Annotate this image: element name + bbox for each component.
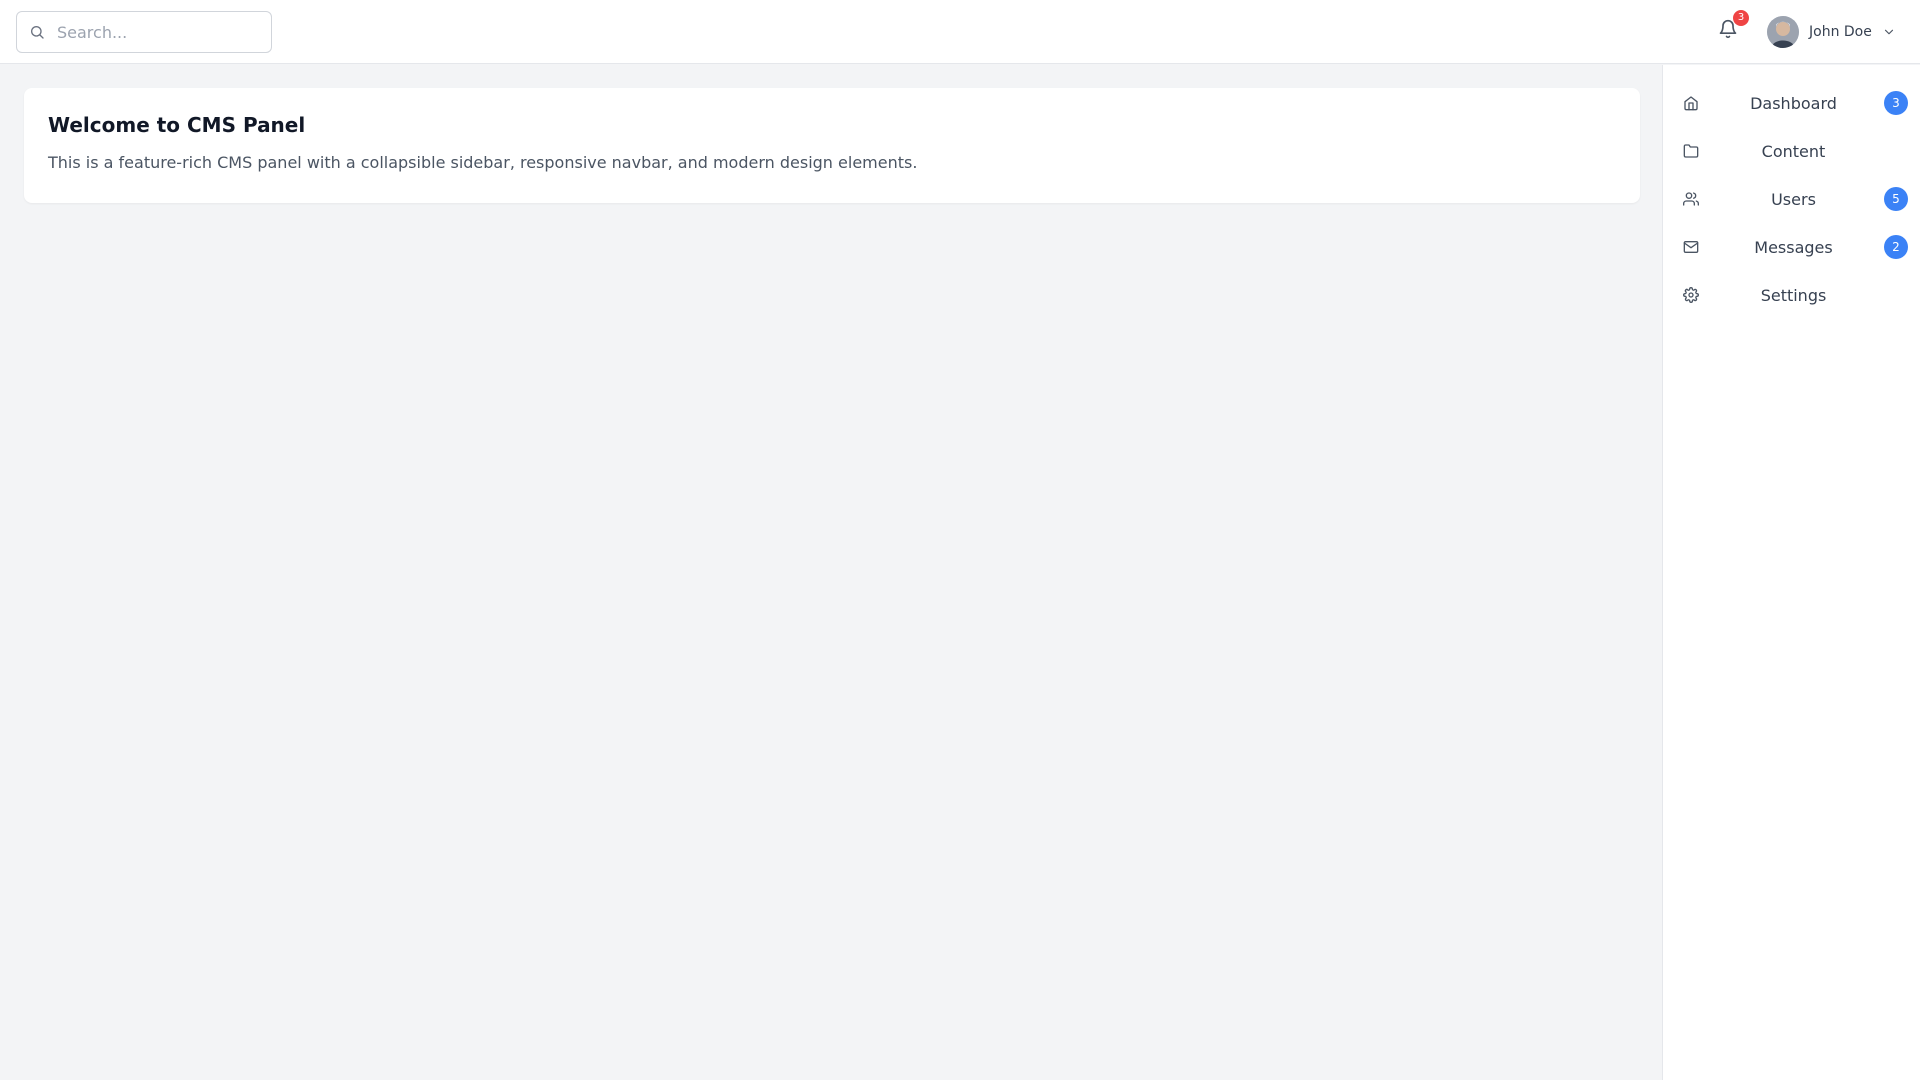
search-box[interactable] [16, 11, 272, 53]
welcome-text: This is a feature-rich CMS panel with a … [48, 153, 918, 172]
notification-count-badge: 3 [1733, 10, 1749, 26]
folder-icon [1679, 139, 1703, 163]
sidebar-item-dashboard[interactable]: Dashboard 3 [1663, 83, 1920, 123]
count-badge: 2 [1884, 235, 1908, 259]
sidebar-item-settings[interactable]: Settings [1663, 275, 1920, 315]
sidebar-item-messages[interactable]: Messages 2 [1663, 227, 1920, 267]
search-input[interactable] [57, 22, 257, 42]
sidebar-item-label: Dashboard [1750, 93, 1837, 113]
main-content: Welcome to CMS Panel This is a feature-r… [0, 65, 1662, 1080]
sidebar-item-label: Settings [1760, 285, 1827, 305]
user-menu[interactable]: John Doe [1767, 14, 1896, 50]
count-badge: 3 [1884, 91, 1908, 115]
sidebar-item-content[interactable]: Content [1663, 131, 1920, 171]
badge-placeholder [1884, 283, 1908, 307]
search-icon [17, 12, 57, 52]
sidebar: Dashboard 3 Content Users 5 Messages 2 S… [1662, 65, 1920, 1080]
mail-icon [1679, 235, 1703, 259]
chevron-down-icon [1882, 25, 1896, 39]
avatar [1767, 16, 1799, 48]
users-icon [1679, 187, 1703, 211]
welcome-title: Welcome to CMS Panel [48, 113, 306, 137]
sidebar-item-users[interactable]: Users 5 [1663, 179, 1920, 219]
gear-icon [1679, 283, 1703, 307]
top-navbar: 3 John Doe [0, 0, 1920, 64]
badge-placeholder [1884, 139, 1908, 163]
user-name: John Doe [1809, 24, 1872, 40]
sidebar-item-label: Content [1761, 141, 1826, 161]
welcome-card: Welcome to CMS Panel This is a feature-r… [24, 88, 1640, 203]
sidebar-item-label: Users [1771, 189, 1816, 209]
count-badge: 5 [1884, 187, 1908, 211]
home-icon [1679, 91, 1703, 115]
sidebar-item-label: Messages [1754, 237, 1833, 257]
